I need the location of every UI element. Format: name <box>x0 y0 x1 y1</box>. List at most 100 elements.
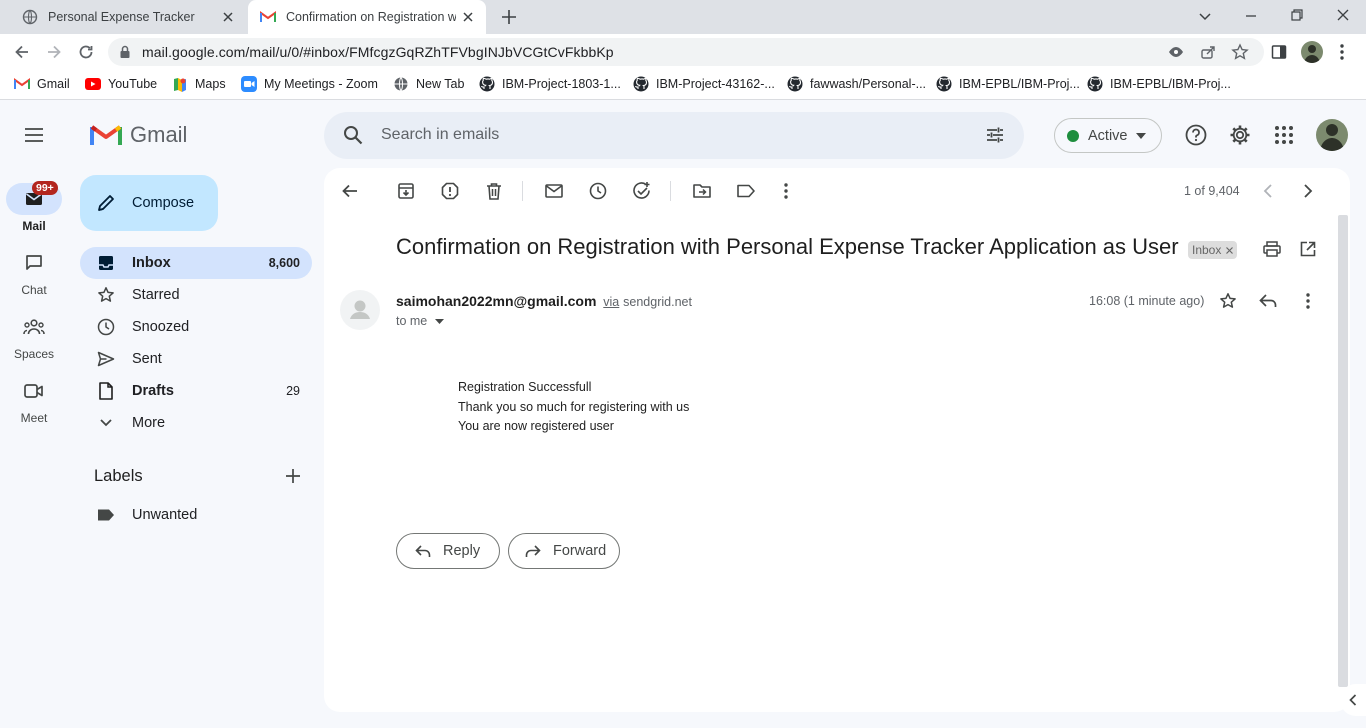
label-item-unwanted[interactable]: Unwanted <box>80 499 312 531</box>
recipients-toggle[interactable]: to me <box>396 314 445 328</box>
bookmark-github-4[interactable]: IBM-EPBL/IBM-Proj... <box>936 75 1080 93</box>
nav-item-starred[interactable]: Starred <box>80 279 312 311</box>
close-window-icon[interactable] <box>1335 7 1351 23</box>
rail-meet[interactable]: Meet <box>0 375 68 425</box>
rail-chat[interactable]: Chat <box>0 247 68 297</box>
forward-arrow-icon[interactable] <box>45 43 63 61</box>
bookmark-github-2[interactable]: IBM-Project-43162-... <box>633 75 775 93</box>
bookmark-label: IBM-Project-43162-... <box>656 77 775 91</box>
status-dot-icon <box>1067 129 1079 142</box>
more-options-icon[interactable] <box>776 181 796 201</box>
mark-unread-envelope-icon[interactable] <box>544 181 564 201</box>
status-selector[interactable]: Active <box>1054 118 1162 153</box>
side-panel-toggle[interactable] <box>1340 684 1366 716</box>
restore-icon[interactable] <box>1289 7 1305 23</box>
forward-arrow-icon <box>525 544 541 558</box>
nav-item-drafts[interactable]: Drafts 29 <box>80 375 312 407</box>
via-link[interactable]: via <box>603 295 619 309</box>
side-panel-icon[interactable] <box>1271 44 1287 60</box>
open-in-new-window-icon[interactable] <box>1298 239 1318 259</box>
tab-search-chevron-down-icon[interactable] <box>1197 8 1213 24</box>
share-icon[interactable] <box>1200 44 1216 60</box>
bookmark-github-3[interactable]: fawwash/Personal-... <box>787 75 926 93</box>
search-input[interactable]: Search in emails <box>381 126 499 144</box>
older-chevron-right-icon[interactable] <box>1298 181 1318 201</box>
minimize-icon[interactable] <box>1243 8 1259 24</box>
sender-avatar[interactable] <box>340 290 380 330</box>
search-options-icon[interactable] <box>985 125 1005 145</box>
scrollbar[interactable] <box>1338 215 1348 687</box>
label-tag-icon[interactable] <box>736 181 756 201</box>
profile-avatar[interactable] <box>1301 41 1323 63</box>
sender-row: saimohan2022mn@gmail.com via sendgrid.ne… <box>396 293 692 309</box>
nav-item-inbox[interactable]: Inbox 8,600 <box>80 247 312 279</box>
forward-label: Forward <box>553 543 607 559</box>
nav-label: Starred <box>132 287 180 303</box>
compose-button[interactable]: Compose <box>80 175 218 231</box>
bookmark-maps[interactable]: Maps <box>172 75 226 93</box>
reply-arrow-icon[interactable] <box>1258 291 1278 311</box>
gmail-logo-icon <box>90 123 122 147</box>
reply-button[interactable]: Reply <box>396 533 500 569</box>
bookmark-youtube[interactable]: YouTube <box>85 75 157 93</box>
inbox-label-chip[interactable]: Inbox <box>1188 241 1238 259</box>
close-tab-icon[interactable] <box>460 9 476 25</box>
sender-email[interactable]: saimohan2022mn@gmail.com <box>396 293 596 309</box>
tab-personal-expense-tracker[interactable]: Personal Expense Tracker <box>10 0 246 34</box>
star-icon <box>96 285 116 305</box>
nav-item-snoozed[interactable]: Snoozed <box>80 311 312 343</box>
add-label-plus-icon[interactable] <box>285 468 301 484</box>
apps-grid-icon[interactable] <box>1274 125 1294 145</box>
compose-label: Compose <box>132 195 195 211</box>
main-menu-icon[interactable] <box>24 126 44 144</box>
nav-item-more[interactable]: More <box>80 407 312 439</box>
url-text[interactable]: mail.google.com/mail/u/0/#inbox/FMfcgzGq… <box>142 44 614 60</box>
forward-button[interactable]: Forward <box>508 533 620 569</box>
bookmark-github-1[interactable]: IBM-Project-1803-1... <box>479 75 621 93</box>
help-icon[interactable] <box>1185 124 1207 146</box>
move-to-folder-icon[interactable] <box>692 181 712 201</box>
rail-label: Mail <box>22 219 46 233</box>
tracking-eye-icon[interactable] <box>1168 44 1184 60</box>
browser-menu-icon[interactable] <box>1336 43 1348 61</box>
reload-icon[interactable] <box>77 43 95 61</box>
via-domain: sendgrid.net <box>623 295 692 309</box>
star-message-icon[interactable] <box>1218 291 1238 311</box>
snooze-clock-icon[interactable] <box>588 181 608 201</box>
message-more-icon[interactable] <box>1298 291 1318 311</box>
bookmark-github-5[interactable]: IBM-EPBL/IBM-Proj... <box>1087 75 1231 93</box>
bookmark-new-tab[interactable]: New Tab <box>393 75 464 93</box>
bookmark-star-icon[interactable] <box>1231 43 1249 61</box>
rail-spaces[interactable]: Spaces <box>0 311 68 361</box>
lock-icon[interactable] <box>119 45 131 59</box>
gmail-logo[interactable]: Gmail <box>90 122 187 148</box>
report-spam-icon[interactable] <box>440 181 460 201</box>
print-icon[interactable] <box>1262 239 1282 259</box>
pagination-text: 1 of 9,404 <box>1184 184 1240 198</box>
close-tab-icon[interactable] <box>220 9 236 25</box>
nav-item-sent[interactable]: Sent <box>80 343 312 375</box>
github-icon <box>1087 76 1103 92</box>
delete-trash-icon[interactable] <box>484 181 504 201</box>
pencil-icon <box>96 193 116 213</box>
settings-gear-icon[interactable] <box>1229 124 1251 146</box>
bookmark-zoom[interactable]: My Meetings - Zoom <box>241 75 378 93</box>
tab-confirmation-email[interactable]: Confirmation on Registration wit <box>248 0 486 34</box>
rail-label: Chat <box>21 283 47 297</box>
add-to-tasks-icon[interactable] <box>632 181 652 201</box>
inbox-count: 8,600 <box>268 256 300 270</box>
bookmark-gmail[interactable]: Gmail <box>14 75 70 93</box>
account-avatar[interactable] <box>1316 119 1348 151</box>
back-arrow-icon[interactable] <box>13 43 31 61</box>
newer-chevron-left-icon[interactable] <box>1258 181 1278 201</box>
back-to-inbox-arrow-icon[interactable] <box>340 181 360 201</box>
search-icon[interactable] <box>343 125 363 145</box>
new-tab-plus-icon[interactable] <box>500 8 518 26</box>
nav-label: Inbox <box>132 255 171 271</box>
remove-label-x-icon[interactable] <box>1226 246 1234 254</box>
bookmark-label: YouTube <box>108 77 158 91</box>
github-icon <box>633 76 649 92</box>
nav-label: Snoozed <box>132 319 190 335</box>
chat-bubble-icon <box>6 247 62 279</box>
archive-icon[interactable] <box>396 181 416 201</box>
